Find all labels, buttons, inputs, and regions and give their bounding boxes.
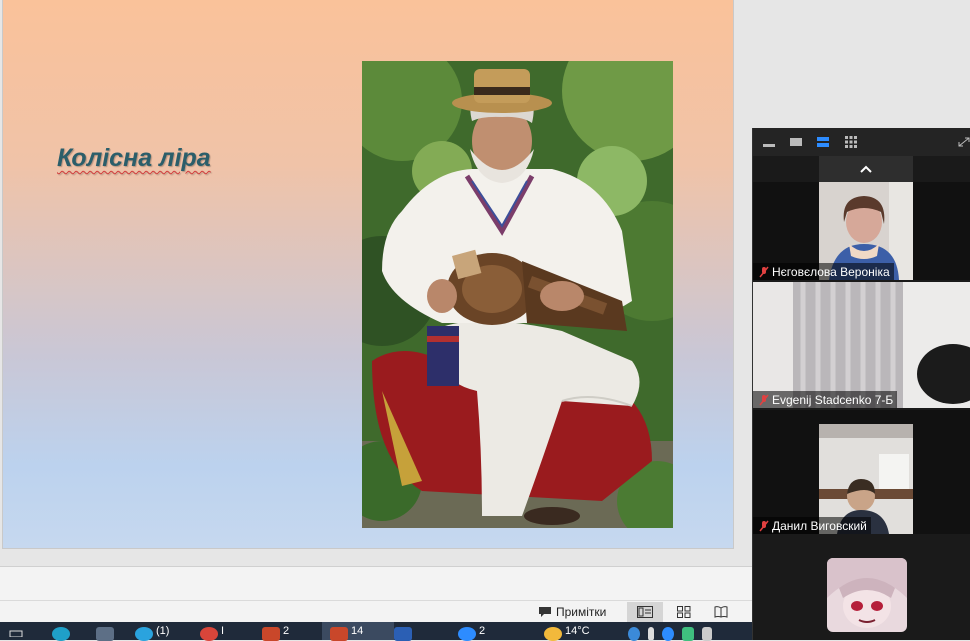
photo-illustration xyxy=(362,61,673,528)
chrome-icon xyxy=(200,627,218,641)
notes-icon xyxy=(539,607,551,617)
participant-video xyxy=(753,282,970,408)
slide-title[interactable]: Колісна ліра xyxy=(57,144,211,173)
view-reading-button[interactable] xyxy=(703,602,739,622)
taskbar-label: 14 xyxy=(351,625,364,637)
notes-label: Примітки xyxy=(556,605,607,619)
weather-sun-icon xyxy=(544,627,562,641)
taskbar-word[interactable] xyxy=(394,622,415,641)
expand-icon[interactable] xyxy=(957,136,970,148)
taskbar-label: І xyxy=(221,625,225,637)
participant-tile[interactable]: Evgenij Stadcenko 7-Б xyxy=(753,282,970,408)
minimize-icon[interactable] xyxy=(762,136,776,148)
taskbar-label: 2 xyxy=(479,625,486,637)
taskbar-chrome[interactable]: І xyxy=(200,622,225,641)
taskbar-zoom[interactable]: 2 xyxy=(458,622,486,641)
book-icon xyxy=(714,606,728,618)
taskbar-label: 2 xyxy=(283,625,290,637)
taskbar-tray xyxy=(628,622,712,641)
notes-pane[interactable] xyxy=(0,566,752,601)
view-slide-sorter-button[interactable] xyxy=(666,602,702,622)
grid-view-icon xyxy=(677,606,691,618)
participant-name: Evgenij Stadcenko 7-Б xyxy=(772,392,894,407)
tray-icon[interactable] xyxy=(628,627,640,641)
participant-name-bar: Evgenij Stadcenko 7-Б xyxy=(753,391,898,408)
slide-bottom-margin xyxy=(0,549,752,566)
taskbar-temperature: 14°C xyxy=(565,625,590,637)
normal-view-icon xyxy=(637,606,653,618)
participant-tile[interactable]: Данил Виговский xyxy=(753,410,970,534)
calculator-icon xyxy=(96,627,114,641)
muted-mic-icon xyxy=(759,520,769,531)
chevron-up-icon xyxy=(860,165,872,173)
participant-name-bar: Нєговєлова Вероніка xyxy=(753,263,894,280)
taskbar-powerpoint-2[interactable]: 14 xyxy=(322,622,394,641)
participant-name-bar: Данил Виговский xyxy=(753,517,871,534)
taskbar-powerpoint-1[interactable]: 2 xyxy=(262,622,290,641)
thumbnail-view-icon[interactable] xyxy=(789,136,803,148)
speaker-view-icon[interactable] xyxy=(816,136,830,148)
zoom-icon xyxy=(458,627,476,641)
tray-icon[interactable] xyxy=(648,627,654,641)
view-normal-button[interactable] xyxy=(627,602,663,622)
notes-toggle-button[interactable]: Примітки xyxy=(538,603,606,621)
taskbar-task-view[interactable] xyxy=(8,622,24,640)
slide-editor: Колісна ліра xyxy=(0,0,752,566)
taskbar-telegram[interactable]: (1) xyxy=(135,622,170,641)
taskbar-calculator[interactable] xyxy=(96,622,117,641)
zoom-video-panel: Нєговєлова Вероніка Evgenij Stadcenko 7-… xyxy=(752,128,970,640)
participant-avatar xyxy=(827,558,907,632)
taskbar-weather[interactable]: 14°C xyxy=(544,622,590,641)
participant-name: Нєговєлова Вероніка xyxy=(772,264,890,279)
participant-tile[interactable] xyxy=(753,558,970,640)
task-view-icon xyxy=(9,630,23,637)
muted-mic-icon xyxy=(759,394,769,405)
word-icon xyxy=(394,627,412,641)
zoom-toolbar xyxy=(753,128,970,156)
tray-icon[interactable] xyxy=(682,627,694,641)
slide-photo-hurdy-gurdy-player[interactable] xyxy=(362,61,673,528)
tray-zoom-icon[interactable] xyxy=(662,627,674,641)
taskbar-label: (1) xyxy=(156,625,170,637)
powerpoint-icon xyxy=(330,627,348,641)
tray-volume-icon[interactable] xyxy=(702,627,712,641)
powerpoint-icon xyxy=(262,627,280,641)
participant-name: Данил Виговский xyxy=(772,518,867,533)
slide-canvas[interactable]: Колісна ліра xyxy=(2,0,734,549)
scroll-up-button[interactable] xyxy=(819,156,913,182)
muted-mic-icon xyxy=(759,266,769,277)
telegram-icon xyxy=(135,627,153,641)
gallery-view-icon[interactable] xyxy=(844,136,858,148)
taskbar-edge[interactable] xyxy=(52,622,73,641)
edge-icon xyxy=(52,627,70,641)
participant-tile[interactable]: Нєговєлова Вероніка xyxy=(753,182,970,280)
status-bar: Примітки xyxy=(0,600,752,623)
